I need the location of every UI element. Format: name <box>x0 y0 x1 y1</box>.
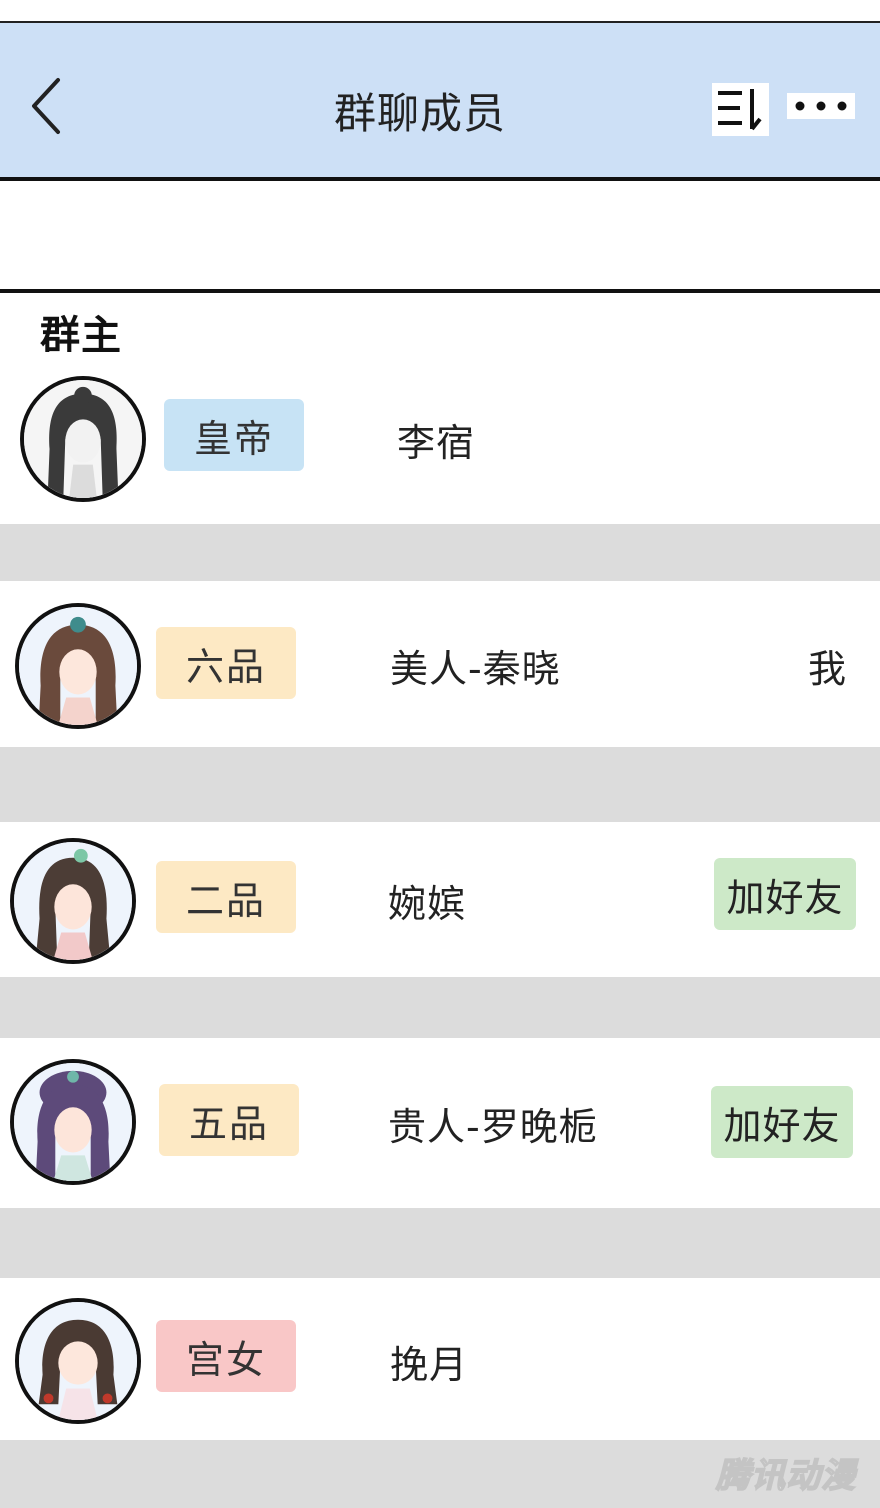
section-divider <box>0 289 880 293</box>
add-friend-button[interactable]: 加好友 <box>714 858 856 930</box>
avatar-portrait <box>14 842 132 960</box>
avatar-portrait <box>19 1302 137 1420</box>
avatar-portrait <box>19 607 137 725</box>
blank-area <box>0 181 880 289</box>
row-separator <box>0 524 880 581</box>
add-friend-button[interactable]: 加好友 <box>711 1086 853 1158</box>
member-name: 美人-秦晓 <box>390 647 561 691</box>
rank-badge: 六品 <box>156 627 296 699</box>
self-tag: 我 <box>808 647 847 691</box>
rank-badge: 五品 <box>159 1084 299 1156</box>
row-separator <box>0 977 880 1038</box>
watermark: 腾讯动漫 <box>715 1455 856 1497</box>
member-row[interactable]: 二品 婉嫔 加好友 <box>0 822 880 977</box>
member-name: 婉嫔 <box>388 882 467 926</box>
top-strip <box>0 0 880 21</box>
member-name: 挽月 <box>390 1343 469 1387</box>
avatar[interactable] <box>10 838 136 964</box>
member-name: 贵人-罗晚栀 <box>388 1105 598 1149</box>
avatar[interactable] <box>15 603 141 729</box>
avatar-portrait <box>24 380 142 498</box>
more-icon <box>795 101 847 111</box>
avatar[interactable] <box>15 1298 141 1424</box>
avatar-portrait <box>14 1063 132 1181</box>
row-separator <box>0 747 880 822</box>
sort-button[interactable] <box>712 83 769 136</box>
rank-badge: 皇帝 <box>164 399 304 471</box>
member-row[interactable]: 皇帝 李宿 <box>0 352 880 524</box>
member-row[interactable]: 六品 美人-秦晓 我 <box>0 581 880 747</box>
avatar[interactable] <box>10 1059 136 1185</box>
avatar[interactable] <box>20 376 146 502</box>
member-row[interactable]: 宫女 挽月 <box>0 1278 880 1440</box>
rank-badge: 二品 <box>156 861 296 933</box>
sort-icon <box>718 89 762 131</box>
more-button[interactable] <box>787 93 855 119</box>
row-separator <box>0 1208 880 1278</box>
member-row[interactable]: 五品 贵人-罗晚栀 加好友 <box>0 1038 880 1208</box>
member-name: 李宿 <box>397 421 476 465</box>
rank-badge: 宫女 <box>156 1320 296 1392</box>
